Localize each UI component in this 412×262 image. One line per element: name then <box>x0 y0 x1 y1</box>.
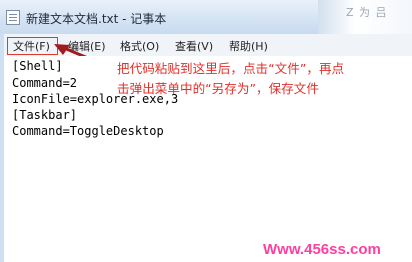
menu-help[interactable]: 帮助(H) <box>229 38 268 54</box>
notepad-icon <box>6 10 20 25</box>
editor-line: Command=2 <box>12 76 78 90</box>
background-text-fragment: Z 为 吕 <box>346 6 388 19</box>
menu-format[interactable]: 格式(O) <box>120 38 159 54</box>
background-window-strip: Z 为 吕 <box>318 0 412 34</box>
annotation-line-1: 把代码粘贴到这里后，点击“文件”，再点 <box>117 61 345 76</box>
title-bar[interactable]: 新建文本文档.txt - 记事本 Z 为 吕 <box>0 0 412 34</box>
window-title: 新建文本文档.txt - 记事本 <box>26 12 167 26</box>
notepad-window: 新建文本文档.txt - 记事本 Z 为 吕 文件(F) 编辑(E) 格式(O)… <box>0 0 412 262</box>
editor-line: [Taskbar] <box>12 108 78 122</box>
file-menu-highlight-box <box>7 37 58 55</box>
editor-line: [Shell] <box>12 59 63 73</box>
annotation-line-2: 击弹出菜单中的“另存为”，保存文件 <box>117 81 319 96</box>
menu-view[interactable]: 查看(V) <box>175 38 213 54</box>
editor-line: Command=ToggleDesktop <box>12 124 164 138</box>
site-watermark: Www.456ss.com <box>263 241 381 258</box>
